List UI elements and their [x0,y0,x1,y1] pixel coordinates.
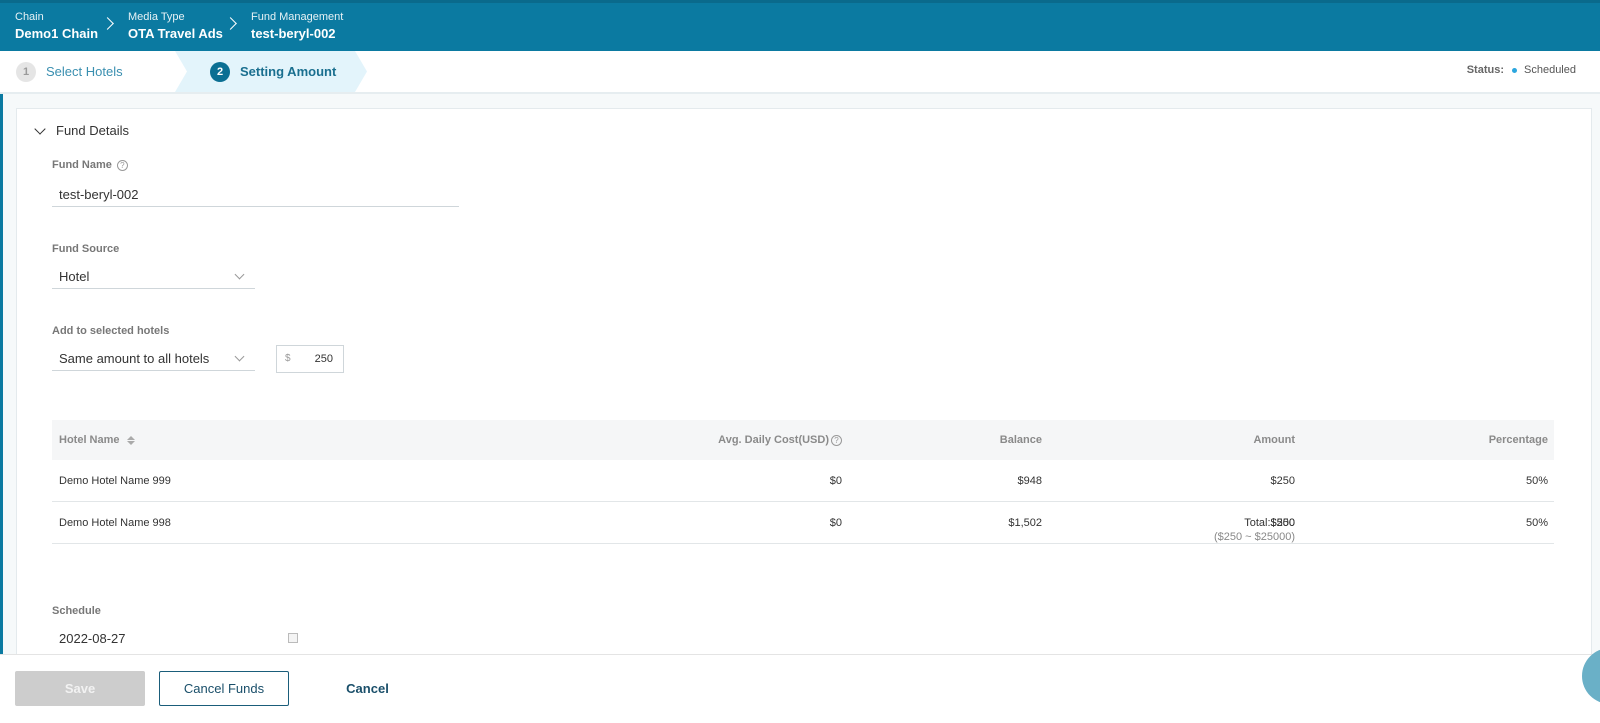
section-title: Fund Details [56,123,129,138]
save-button[interactable]: Save [15,671,145,706]
total-range: ($250 ~ $25000) [1213,531,1295,543]
header-hotel-name[interactable]: Hotel Name [59,420,135,460]
cell-percentage: 50% [1525,474,1548,487]
chevron-right-icon [224,17,237,30]
chevron-down-icon [34,122,46,135]
cell-percentage: 50% [1525,516,1548,529]
add-to-hotels-label: Add to selected hotels [52,325,170,337]
header-avg-daily-cost: Avg. Daily Cost(USD) ? [718,420,842,460]
select-value: Same amount to all hotels [59,351,210,366]
fund-details-panel: Fund Details Fund Name ? test-beryl-002 … [16,108,1592,668]
status-value: Scheduled [1524,64,1576,76]
amount-input[interactable]: $ 250 [276,345,344,373]
currency-symbol: $ [285,353,291,364]
cell-avg-daily-cost: $0 [829,474,842,487]
header-text: Hotel Name [59,434,120,446]
breadcrumb-label: Fund Management [251,11,344,23]
breadcrumb-fund-management: Fund Management test-beryl-002 [251,10,343,43]
fund-source-select[interactable]: Hotel [52,265,255,289]
breadcrumb-media-type[interactable]: Media Type OTA Travel Ads [128,10,223,43]
schedule-date-input[interactable]: 2022-08-27 [59,631,126,646]
schedule-label: Schedule [52,605,101,617]
breadcrumb-chain[interactable]: Chain Demo1 Chain [15,10,98,43]
calendar-icon[interactable] [288,633,298,643]
amount-value: 250 [314,353,333,365]
cell-balance: $1,502 [1008,516,1042,529]
header-percentage: Percentage [1488,434,1548,446]
header-bar: Chain Demo1 Chain Media Type OTA Travel … [0,0,1600,51]
chevron-right-icon [101,17,114,30]
action-footer: Save Cancel Funds Cancel [0,654,1600,723]
cell-hotel-name: Demo Hotel Name 999 [59,474,171,487]
status-indicator: Status: Scheduled [1467,64,1576,76]
header-text: Avg. Daily Cost(USD) [718,434,829,446]
amount-mode-select[interactable]: Same amount to all hotels [52,347,255,371]
header-balance: Balance [999,434,1042,446]
status-dot-icon [1512,67,1517,73]
sort-icon[interactable] [126,435,135,445]
breadcrumb-value: test-beryl-002 [251,26,336,41]
cell-balance: $948 [1017,474,1042,487]
fund-name-label: Fund Name ? [52,159,128,171]
help-icon[interactable]: ? [116,159,128,171]
cell-hotel-name: Demo Hotel Name 998 [59,516,171,529]
table-header: Hotel Name Avg. Daily Cost(USD) ? Balanc… [52,420,1554,460]
step-label: Select Hotels [46,64,123,79]
total-summary: Total:$500 ($250 ~ $25000) [1214,516,1295,544]
breadcrumb-label: Media Type [128,11,185,23]
step-select-hotels[interactable]: 1 Select Hotels [16,51,123,92]
fund-source-label: Fund Source [52,243,120,255]
step-number: 2 [210,61,230,82]
step-label: Setting Amount [240,64,337,79]
header-amount: Amount [1253,434,1295,446]
step-setting-amount[interactable]: 2 Setting Amount [210,51,336,92]
breadcrumb-value: Demo1 Chain [15,26,99,41]
cancel-funds-button[interactable]: Cancel Funds [159,671,289,706]
chevron-down-icon [234,269,245,280]
breadcrumb-value: OTA Travel Ads [128,26,223,41]
total-amount: Total:$500 [1244,517,1295,529]
chevron-down-icon [234,351,245,362]
cell-avg-daily-cost: $0 [829,516,842,529]
cell-amount: $250 [1270,474,1295,487]
hotel-table: Hotel Name Avg. Daily Cost(USD) ? Balanc… [52,420,1554,544]
table-row: Demo Hotel Name 998 $0 $1,502 $250 50% [52,502,1554,544]
fund-details-toggle[interactable]: Fund Details [33,122,129,138]
table-row: Demo Hotel Name 999 $0 $948 $250 50% [52,460,1554,502]
help-icon[interactable]: ? [831,434,842,446]
breadcrumb-label: Chain [15,11,44,23]
status-label: Status: [1466,64,1504,76]
step-number: 1 [16,61,36,82]
label-text: Fund Name [52,159,112,171]
fund-name-input[interactable]: test-beryl-002 [52,183,459,207]
content-area: Fund Details Fund Name ? test-beryl-002 … [3,94,1600,668]
cancel-button[interactable]: Cancel [330,671,405,706]
select-value: Hotel [59,269,90,284]
step-bar: 1 Select Hotels 2 Setting Amount Status:… [0,51,1600,94]
